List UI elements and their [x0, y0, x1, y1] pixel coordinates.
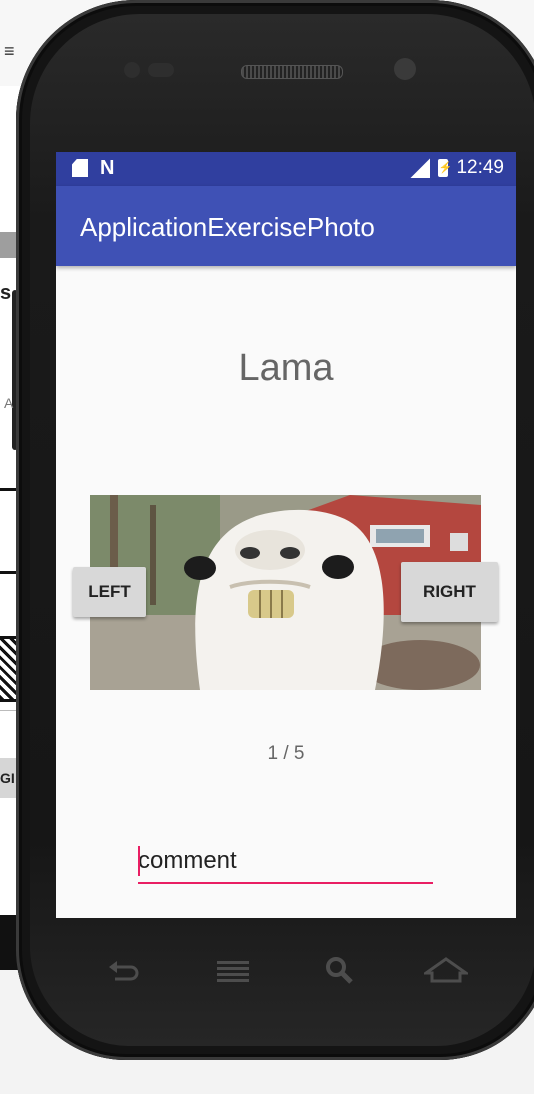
photo-title: Lama [238, 347, 334, 389]
editor-label-a: A [4, 395, 14, 411]
left-button[interactable]: LEFT [73, 567, 146, 617]
front-camera-icon [394, 58, 416, 80]
comment-text[interactable]: comment [138, 847, 237, 875]
sensor-icon [148, 63, 174, 77]
device-screen: N LTE ⚡ 12:49 ApplicationExercisePhoto L… [56, 152, 516, 918]
photo-counter: 1 / 5 [267, 743, 305, 764]
battery-icon: ⚡ [438, 159, 452, 177]
app-bar: ApplicationExercisePhoto [56, 186, 516, 266]
home-key-icon[interactable] [424, 955, 468, 985]
android-n-icon: N [100, 157, 115, 179]
status-time: 12:49 [456, 157, 504, 178]
right-button[interactable]: RIGHT [401, 562, 498, 622]
network-type: LTE [406, 156, 421, 165]
app-title: ApplicationExercisePhoto [80, 212, 375, 242]
signal-icon: LTE [410, 158, 431, 178]
search-key-icon[interactable] [323, 955, 357, 985]
menu-key-icon[interactable] [215, 955, 251, 985]
status-bar: N LTE ⚡ 12:49 [56, 152, 516, 186]
back-icon[interactable] [105, 955, 141, 985]
comment-input[interactable]: comment [138, 842, 433, 884]
text-cursor [138, 846, 140, 876]
input-underline [138, 882, 433, 884]
menu-icon[interactable]: ≡ [4, 40, 20, 62]
sd-card-icon [72, 159, 88, 177]
sensor-icon [124, 62, 140, 78]
earpiece-speaker [241, 65, 343, 79]
editor-label-s: s [0, 282, 12, 304]
